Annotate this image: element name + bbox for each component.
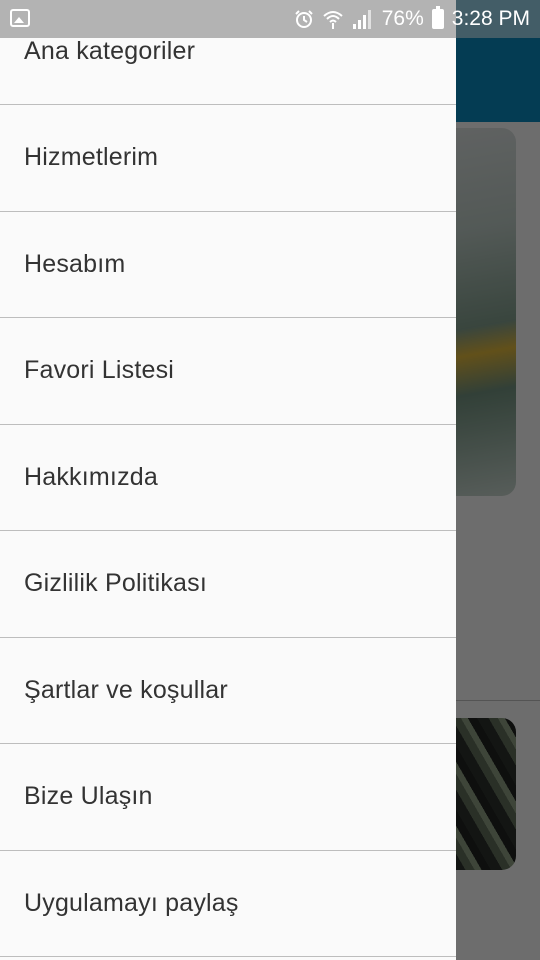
menu-item-privacy-policy[interactable]: Gizlilik Politikası [0, 531, 456, 638]
image-notification-icon [10, 9, 30, 27]
wifi-icon [322, 8, 344, 30]
status-icons: 76% 3:28 PM [294, 0, 530, 38]
clock-time: 3:28 PM [451, 7, 530, 30]
battery-percent: 76% [381, 7, 424, 30]
menu-item-terms-conditions[interactable]: Şartlar ve koşullar [0, 638, 456, 744]
menu-item-label: Gizlilik Politikası [24, 569, 207, 598]
navigation-drawer: Ana kategoriler Hizmetlerim Hesabım Favo… [0, 0, 456, 960]
menu-item-favorites[interactable]: Favori Listesi [0, 318, 456, 425]
menu-item-label: Favori Listesi [24, 356, 175, 385]
drawer-menu-list: Ana kategoriler Hizmetlerim Hesabım Favo… [0, 0, 456, 957]
menu-item-label: Hakkımızda [24, 462, 158, 491]
menu-item-label: Hesabım [24, 249, 126, 278]
menu-item-label: Hizmetlerim [24, 143, 159, 172]
menu-item-contact-us[interactable]: Bize Ulaşın [0, 744, 456, 851]
menu-item-label: Ana kategoriler [24, 37, 196, 65]
menu-item-label: Şartlar ve koşullar [24, 675, 228, 704]
menu-item-label: Bize Ulaşın [24, 782, 153, 811]
menu-item-my-account[interactable]: Hesabım [0, 212, 456, 318]
battery-icon [431, 6, 444, 29]
status-bar: 76% 3:28 PM [0, 0, 540, 38]
menu-item-share-app[interactable]: Uygulamayı paylaş [0, 851, 456, 957]
signal-icon [352, 9, 374, 29]
menu-item-about-us[interactable]: Hakkımızda [0, 425, 456, 531]
menu-item-my-services[interactable]: Hizmetlerim [0, 105, 456, 212]
alarm-icon [294, 9, 314, 29]
menu-item-label: Uygulamayı paylaş [24, 888, 239, 917]
